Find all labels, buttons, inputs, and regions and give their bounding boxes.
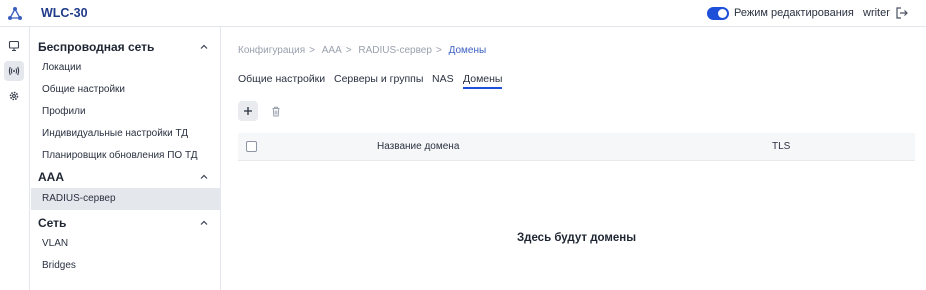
sidebar-section-label: Сеть — [38, 216, 67, 230]
breadcrumb-current: Домены — [448, 45, 487, 56]
breadcrumb-item[interactable]: RADIUS-сервер — [358, 45, 432, 56]
empty-state-text: Здесь будут домены — [516, 232, 637, 244]
sidebar-section-aaa[interactable]: AAA — [31, 167, 221, 187]
sidebar-section-label: Беспроводная сеть — [38, 40, 155, 54]
sidebar-item-ap-update-scheduler[interactable]: Планировщик обновления ПО ТД — [31, 145, 221, 167]
top-bar: WLC-30 Режим редактирования writer — [0, 0, 926, 27]
add-button[interactable] — [238, 101, 258, 121]
rail-wireless-button[interactable] — [4, 61, 24, 81]
sidebar-section-network[interactable]: Сеть — [31, 213, 221, 233]
breadcrumb: Конфигурация > AAA > RADIUS-сервер > Домены — [238, 45, 490, 56]
app-title: WLC-30 — [41, 6, 88, 20]
sidebar: Беспроводная сеть Локации Общие настройк… — [31, 27, 221, 290]
sidebar-item-label: Локации — [42, 62, 82, 73]
rail-monitor-button[interactable] — [4, 36, 24, 56]
tab-general-settings[interactable]: Общие настройки — [238, 73, 325, 85]
tab-servers-groups[interactable]: Серверы и группы — [334, 73, 423, 85]
table-header: Название домена TLS — [238, 133, 915, 161]
breadcrumb-item[interactable]: Конфигурация — [238, 45, 305, 56]
plus-icon — [244, 107, 252, 115]
column-header-tls[interactable]: TLS — [772, 141, 790, 152]
select-all-checkbox[interactable] — [246, 141, 257, 152]
sidebar-item-ap-individual-settings[interactable]: Индивидуальные настройки ТД — [31, 123, 221, 145]
breadcrumb-separator: > — [345, 45, 352, 56]
user-name: writer — [863, 7, 890, 19]
sidebar-item-locations[interactable]: Локации — [31, 57, 221, 79]
sidebar-item-vlan[interactable]: VLAN — [31, 233, 221, 255]
delete-button[interactable] — [266, 101, 286, 121]
rail-settings-button[interactable] — [4, 86, 24, 106]
breadcrumb-separator: > — [435, 45, 442, 56]
sidebar-item-radius-server[interactable]: RADIUS-сервер — [31, 188, 221, 210]
sidebar-item-label: Bridges — [42, 260, 76, 271]
sidebar-item-label: VLAN — [42, 238, 69, 249]
breadcrumb-separator: > — [309, 45, 315, 56]
sidebar-section-wireless[interactable]: Беспроводная сеть — [31, 37, 221, 57]
logo-icon[interactable] — [7, 6, 23, 22]
column-header-domain-name[interactable]: Название домена — [377, 141, 459, 152]
edit-mode-label: Режим редактирования — [734, 7, 854, 19]
gear-icon — [9, 91, 19, 101]
chevron-up-icon — [200, 174, 208, 179]
chevron-up-icon — [200, 220, 208, 225]
tab-nas[interactable]: NAS — [432, 73, 454, 85]
sidebar-item-label: Индивидуальные настройки ТД — [42, 128, 189, 139]
sidebar-item-label: RADIUS-сервер — [42, 193, 116, 204]
trash-icon — [272, 106, 280, 116]
logout-icon[interactable] — [895, 6, 909, 20]
wireless-icon — [8, 66, 20, 76]
breadcrumb-item[interactable]: AAA — [322, 45, 342, 56]
monitor-icon — [8, 40, 20, 52]
icon-rail — [0, 27, 30, 290]
sidebar-item-label: Планировщик обновления ПО ТД — [42, 150, 198, 161]
sidebar-item-bridges[interactable]: Bridges — [31, 255, 221, 277]
sidebar-item-label: Общие настройки — [42, 84, 125, 95]
sidebar-item-profiles[interactable]: Профили — [31, 101, 221, 123]
sidebar-item-general-settings[interactable]: Общие настройки — [31, 79, 221, 101]
sidebar-section-label: AAA — [38, 170, 64, 184]
sidebar-item-label: Профили — [42, 106, 86, 117]
edit-mode-toggle[interactable] — [707, 7, 729, 20]
chevron-up-icon — [200, 44, 208, 49]
tab-domains[interactable]: Домены — [463, 73, 503, 89]
